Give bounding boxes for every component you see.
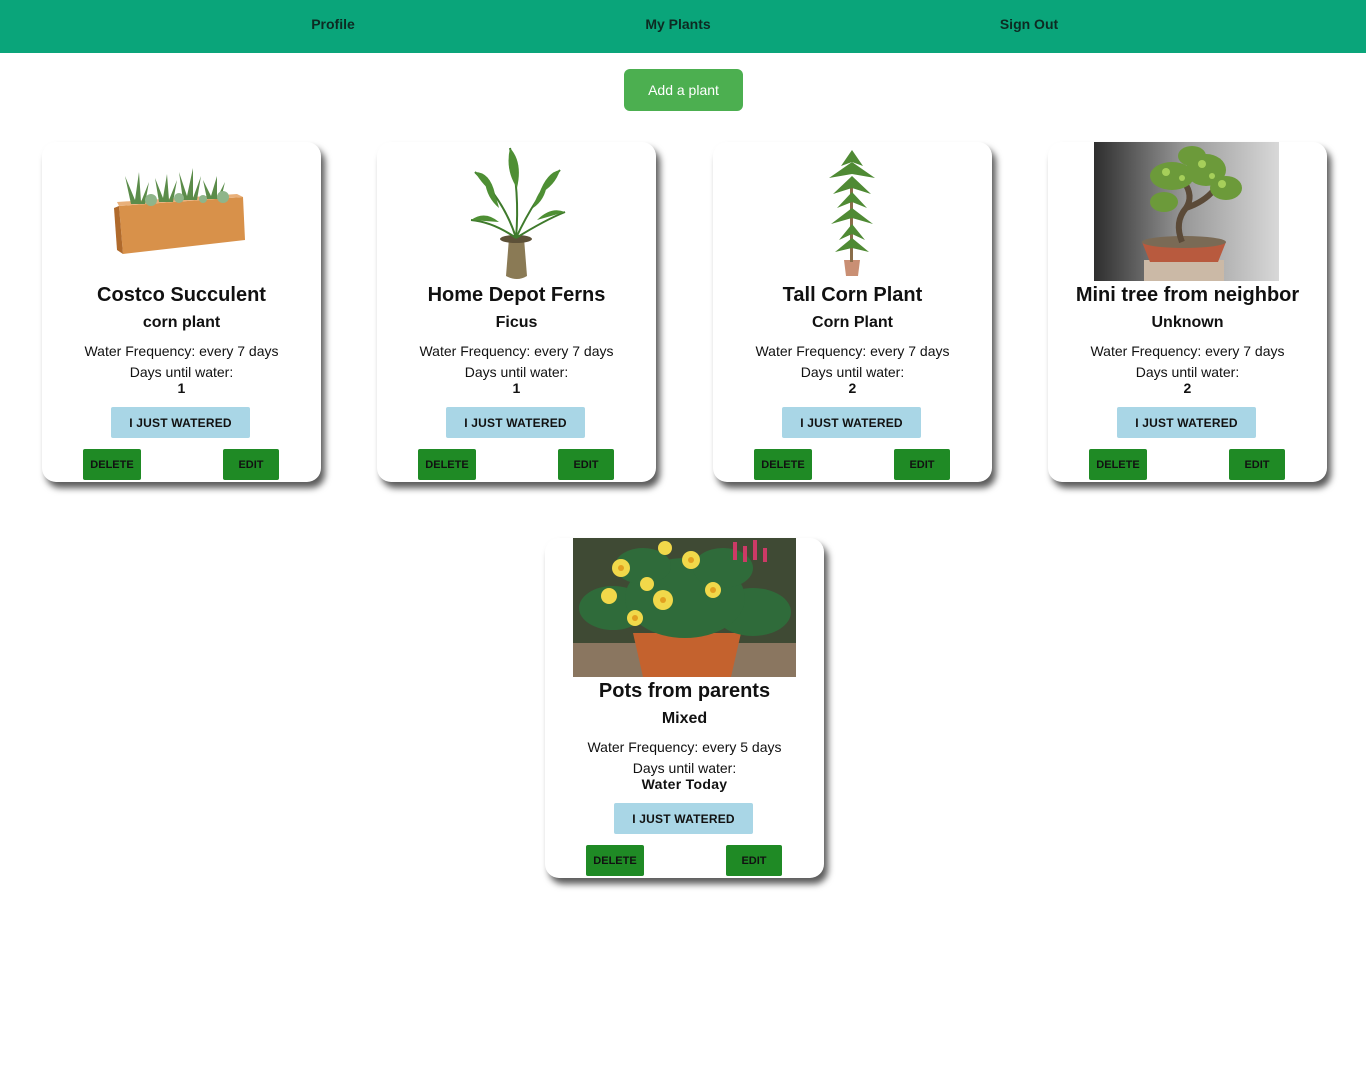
edit-button[interactable]: EDIT (223, 449, 279, 480)
nav-sign-out-link[interactable]: Sign Out (1000, 0, 1058, 53)
navbar: Profile My Plants Sign Out (0, 0, 1366, 53)
days-until-value: 1 (177, 380, 186, 396)
plant-card: Costco Succulent corn plant Water Freque… (42, 142, 321, 482)
edit-button[interactable]: EDIT (894, 449, 950, 480)
plant-card: Home Depot Ferns Ficus Water Frequency: … (377, 142, 656, 482)
plant-name: Pots from parents (598, 680, 771, 702)
days-until-label: Days until water: (632, 760, 737, 776)
add-plant-button[interactable]: Add a plant (624, 69, 743, 111)
water-frequency: Water Frequency: every 7 days (419, 343, 614, 359)
just-watered-button[interactable]: I JUST WATERED (446, 407, 585, 438)
water-frequency: Water Frequency: every 7 days (755, 343, 950, 359)
days-until-label: Days until water: (1135, 364, 1240, 380)
days-until-value: Water Today (641, 776, 728, 792)
just-watered-button[interactable]: I JUST WATERED (614, 803, 753, 834)
succulent-planter-photo (111, 142, 251, 281)
delete-button[interactable]: DELETE (418, 449, 476, 480)
just-watered-button[interactable]: I JUST WATERED (1117, 407, 1256, 438)
nav-my-plants-link[interactable]: My Plants (645, 0, 710, 53)
plant-card: Tall Corn Plant Corn Plant Water Frequen… (713, 142, 992, 482)
plant-name: Costco Succulent (97, 284, 266, 306)
plant-species: Corn Plant (812, 314, 893, 331)
edit-button[interactable]: EDIT (558, 449, 614, 480)
nav-profile-link[interactable]: Profile (311, 0, 355, 53)
water-frequency: Water Frequency: every 7 days (1090, 343, 1285, 359)
plant-card: Pots from parents Mixed Water Frequency:… (545, 538, 824, 878)
days-until-value: 2 (1183, 380, 1192, 396)
just-watered-button[interactable]: I JUST WATERED (111, 407, 250, 438)
plant-species: Mixed (661, 710, 708, 727)
just-watered-button[interactable]: I JUST WATERED (782, 407, 921, 438)
days-until-label: Days until water: (800, 364, 905, 380)
plant-species: Unknown (1151, 314, 1224, 331)
plant-species: Ficus (495, 314, 538, 331)
days-until-value: 2 (848, 380, 857, 396)
water-frequency: Water Frequency: every 7 days (84, 343, 279, 359)
delete-button[interactable]: DELETE (1089, 449, 1147, 480)
edit-button[interactable]: EDIT (1229, 449, 1285, 480)
delete-button[interactable]: DELETE (83, 449, 141, 480)
delete-button[interactable]: DELETE (754, 449, 812, 480)
bonsai-tree-photo (1094, 142, 1279, 281)
water-frequency: Water Frequency: every 5 days (587, 739, 782, 755)
plant-species: corn plant (142, 314, 221, 331)
plant-name: Home Depot Ferns (427, 284, 606, 306)
days-until-label: Days until water: (129, 364, 234, 380)
plant-card: Mini tree from neighbor Unknown Water Fr… (1048, 142, 1327, 482)
plant-name: Tall Corn Plant (782, 284, 923, 306)
delete-button[interactable]: DELETE (586, 845, 644, 876)
days-until-label: Days until water: (464, 364, 569, 380)
days-until-value: 1 (512, 380, 521, 396)
corn-plant-photo (817, 142, 887, 281)
flower-pot-photo (573, 538, 796, 677)
edit-button[interactable]: EDIT (726, 845, 782, 876)
plant-name: Mini tree from neighbor (1075, 284, 1300, 306)
potted-palm-photo (465, 142, 568, 281)
